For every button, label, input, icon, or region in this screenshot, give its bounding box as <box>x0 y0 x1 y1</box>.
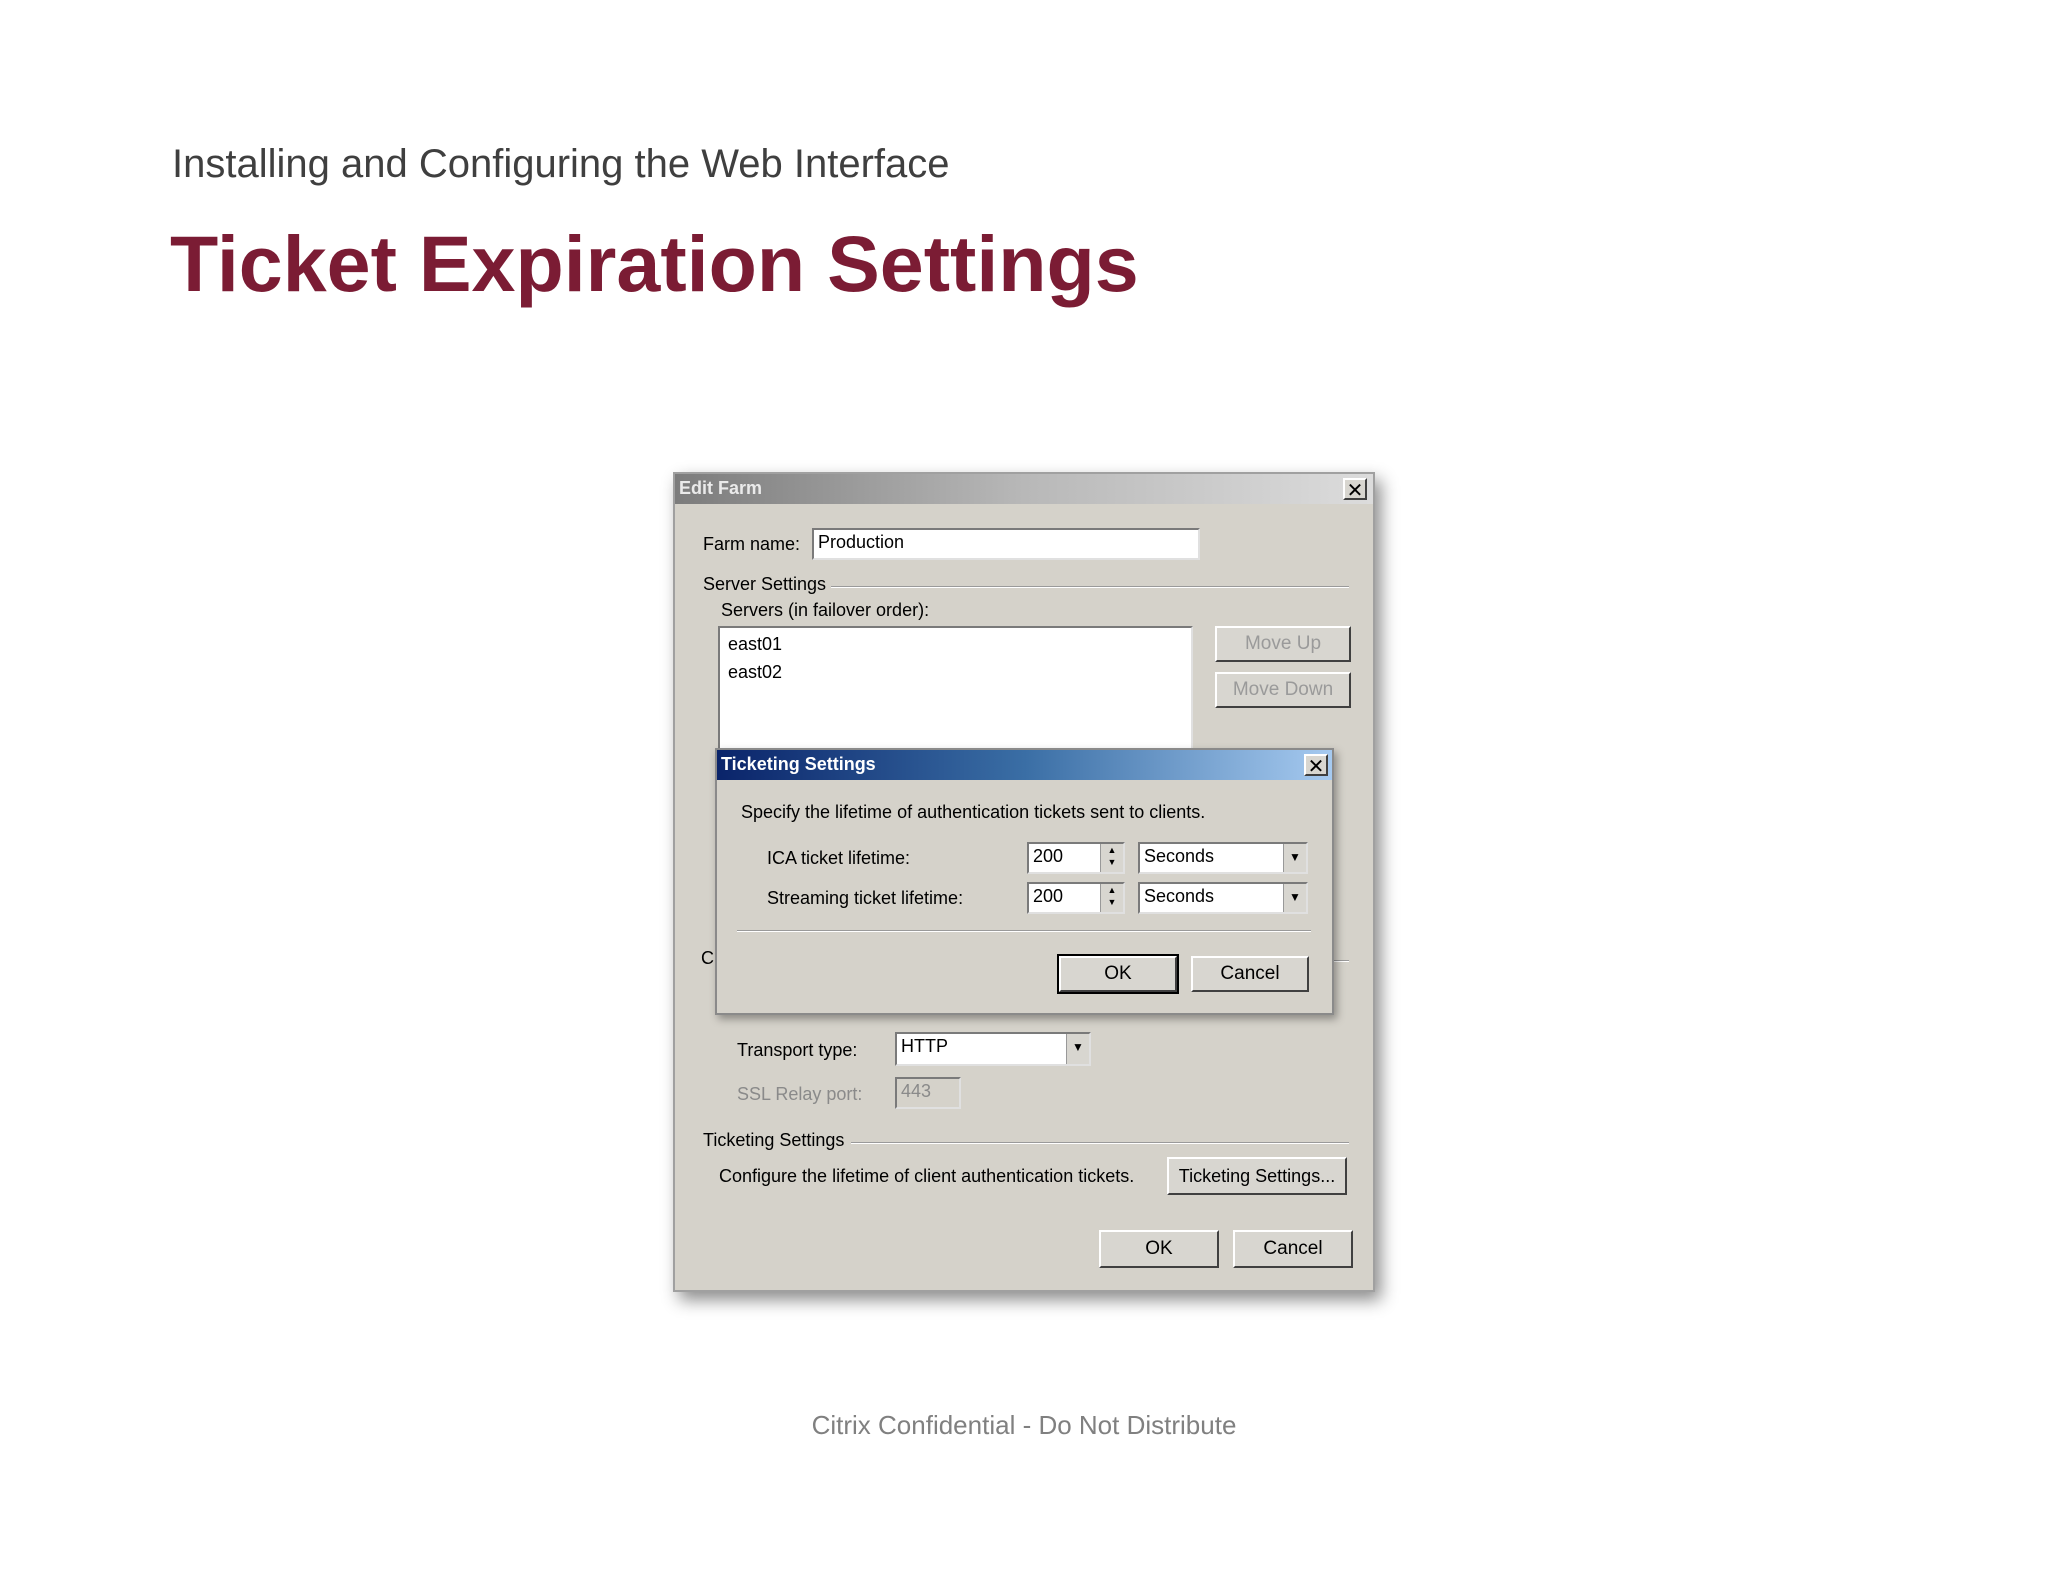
ticketing-settings-dialog: Ticketing Settings ✕ Specify the lifetim… <box>715 748 1334 1015</box>
close-icon[interactable]: ✕ <box>1304 754 1328 778</box>
ticketing-settings-heading: Ticketing Settings <box>703 1130 845 1150</box>
ok-button[interactable]: OK <box>1099 1230 1219 1268</box>
farm-name-label: Farm name: <box>703 534 801 554</box>
ticketing-title: Ticketing Settings <box>721 754 876 774</box>
ok-button[interactable]: OK <box>1057 954 1179 994</box>
obscured-label-fragment: C <box>701 948 714 968</box>
servers-listbox[interactable]: east01 east02 <box>718 626 1193 752</box>
cancel-button[interactable]: Cancel <box>1191 956 1309 992</box>
ica-unit-value: Seconds <box>1144 846 1215 866</box>
spin-up-icon[interactable]: ▲ <box>1108 885 1117 895</box>
ticketing-description: Configure the lifetime of client authent… <box>719 1166 1135 1186</box>
ticketing-settings-divider <box>851 1142 1349 1144</box>
close-icon[interactable]: ✕ <box>1343 478 1367 502</box>
cancel-button[interactable]: Cancel <box>1233 1230 1353 1268</box>
ica-ticket-lifetime-label: ICA ticket lifetime: <box>767 848 911 868</box>
server-item-east01[interactable]: east01 <box>728 634 782 655</box>
spin-down-icon[interactable]: ▼ <box>1108 857 1117 867</box>
ica-unit-select[interactable]: Seconds ▼ <box>1138 842 1308 874</box>
ticketing-titlebar[interactable]: Ticketing Settings ✕ <box>717 750 1332 780</box>
ticketing-description: Specify the lifetime of authentication t… <box>741 802 1206 822</box>
farm-name-input[interactable]: Production <box>812 528 1200 560</box>
streaming-ticket-lifetime-label: Streaming ticket lifetime: <box>767 888 964 908</box>
slide-subtitle: Installing and Configuring the Web Inter… <box>172 142 950 186</box>
transport-type-select[interactable]: HTTP ▼ <box>895 1032 1091 1066</box>
streaming-ticket-lifetime-value: 200 <box>1033 886 1064 906</box>
spin-down-icon[interactable]: ▼ <box>1108 897 1117 907</box>
ssl-relay-port-label: SSL Relay port: <box>737 1084 863 1104</box>
ticketing-settings-button[interactable]: Ticketing Settings... <box>1167 1157 1347 1195</box>
spin-arrows-icon[interactable]: ▲ ▼ <box>1100 884 1123 912</box>
edit-farm-title: Edit Farm <box>679 478 763 498</box>
spin-up-icon[interactable]: ▲ <box>1108 845 1117 855</box>
transport-type-value: HTTP <box>901 1036 948 1056</box>
chevron-down-icon[interactable]: ▼ <box>1066 1034 1089 1064</box>
ticketing-dialog-divider <box>737 930 1311 932</box>
slide-title: Ticket Expiration Settings <box>170 219 1139 308</box>
slide-footer: Citrix Confidential - Do Not Distribute <box>811 1410 1237 1440</box>
move-up-button[interactable]: Move Up <box>1215 626 1351 662</box>
edit-farm-titlebar[interactable]: Edit Farm ✕ <box>675 474 1373 504</box>
streaming-unit-value: Seconds <box>1144 886 1215 906</box>
ssl-relay-port-input[interactable]: 443 <box>895 1077 961 1109</box>
transport-type-label: Transport type: <box>737 1040 858 1060</box>
streaming-ticket-lifetime-stepper[interactable]: 200 ▲ ▼ <box>1027 882 1125 914</box>
move-down-button[interactable]: Move Down <box>1215 672 1351 708</box>
server-settings-divider <box>831 586 1349 588</box>
chevron-down-icon[interactable]: ▼ <box>1283 884 1306 912</box>
servers-label: Servers (in failover order): <box>721 600 930 620</box>
ica-ticket-lifetime-value: 200 <box>1033 846 1064 866</box>
spin-arrows-icon[interactable]: ▲ ▼ <box>1100 844 1123 872</box>
server-settings-heading: Server Settings <box>703 574 827 594</box>
server-item-east02[interactable]: east02 <box>728 662 782 683</box>
chevron-down-icon[interactable]: ▼ <box>1283 844 1306 872</box>
streaming-unit-select[interactable]: Seconds ▼ <box>1138 882 1308 914</box>
ica-ticket-lifetime-stepper[interactable]: 200 ▲ ▼ <box>1027 842 1125 874</box>
